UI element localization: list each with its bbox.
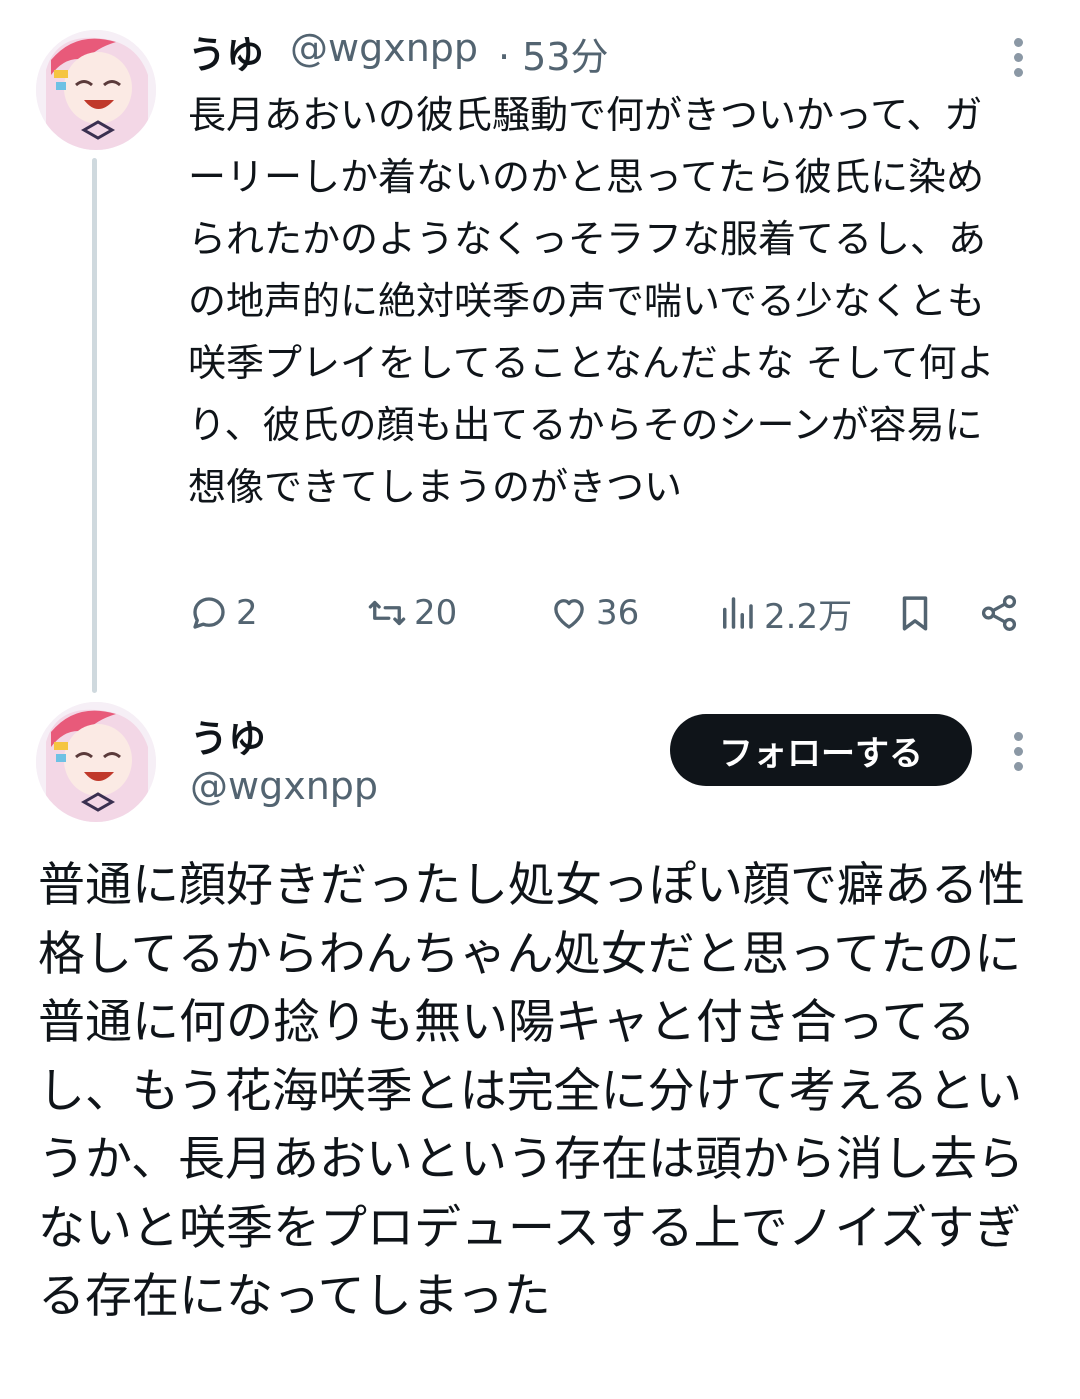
- avatar[interactable]: [36, 30, 156, 150]
- tweet1-action-bar: 2 20 36 2.2万: [188, 585, 1028, 641]
- tweet1-display-name[interactable]: うゆ: [188, 24, 264, 79]
- follow-button[interactable]: フォローする: [670, 714, 972, 786]
- retweet-count: 20: [414, 593, 458, 633]
- like-count: 36: [596, 593, 640, 633]
- tweet1-handle[interactable]: @wgxnpp: [290, 26, 478, 70]
- views-button[interactable]: 2.2万: [716, 585, 852, 641]
- views-icon: [723, 597, 753, 629]
- tweet2-more-options-icon[interactable]: [1014, 732, 1024, 777]
- thread-connector-line: [92, 158, 97, 693]
- like-button[interactable]: 36: [548, 585, 639, 641]
- reply-button[interactable]: 2: [188, 585, 258, 641]
- retweet-button[interactable]: 20: [366, 585, 457, 641]
- avatar[interactable]: [36, 702, 156, 822]
- tweet2-handle[interactable]: @wgxnpp: [190, 764, 378, 808]
- bookmark-icon: [902, 596, 928, 631]
- tweet1-more-options-icon[interactable]: [1014, 38, 1024, 83]
- views-count: 2.2万: [764, 596, 853, 637]
- tweet2-text: 普通に顔好きだったし処女っぽい顔で癖ある性格してるからわんちゃん処女だと思ってた…: [38, 858, 1025, 1324]
- reply-icon: [193, 597, 225, 629]
- share-icon: [981, 595, 1017, 631]
- share-button[interactable]: [978, 585, 1020, 641]
- like-icon: [554, 599, 584, 629]
- tweet1-text: 長月あおいの彼氏騒動で何がきついかって、ガーリーしか着ないのかと思ってたら彼氏に…: [188, 93, 995, 509]
- bookmark-button[interactable]: [894, 585, 936, 641]
- tweet2-display-name[interactable]: うゆ: [190, 708, 266, 763]
- reply-count: 2: [236, 593, 258, 633]
- tweet1-time[interactable]: · 53分: [498, 26, 609, 81]
- retweet-icon: [368, 600, 406, 626]
